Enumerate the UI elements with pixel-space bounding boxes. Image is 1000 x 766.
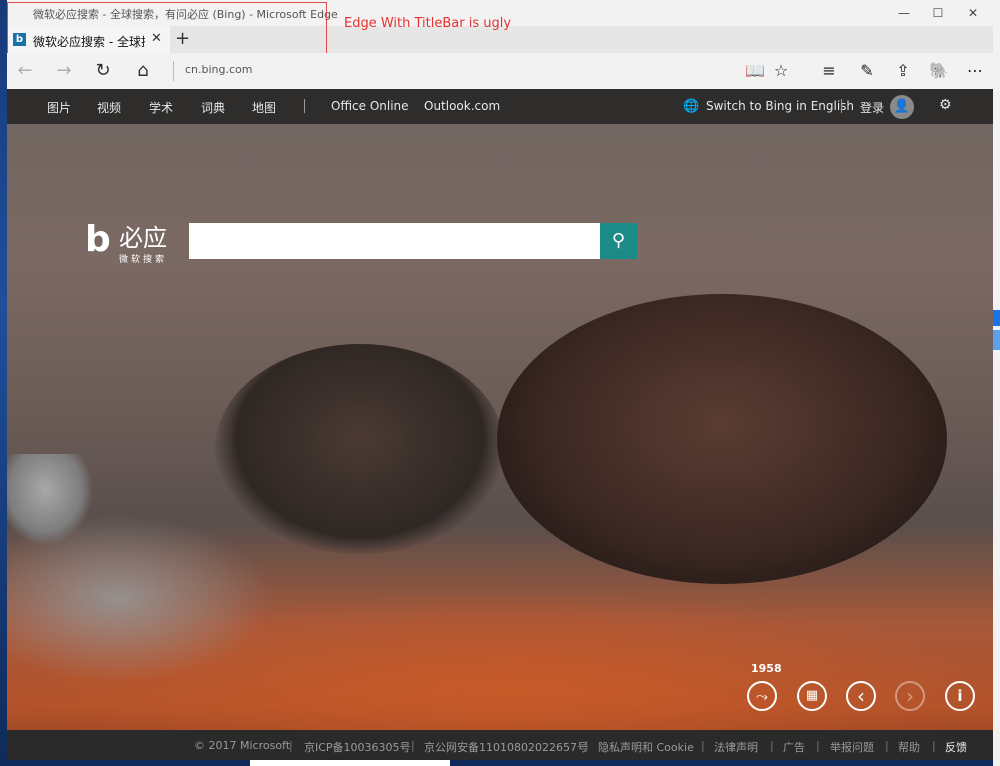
window-title: 微软必应搜索 - 全球搜索，有问必应 (Bing) - Microsoft Ed… [33, 8, 338, 21]
qr-code-button[interactable]: ▦ [797, 681, 827, 711]
adjacent-window-edge [993, 0, 1000, 766]
bing-logo[interactable]: b 必应 微软搜索 [85, 219, 175, 266]
tab-label: 微软必应搜索 - 全球搜索 [33, 35, 145, 49]
next-image-button[interactable]: › [895, 681, 925, 711]
minimize-button[interactable]: — [889, 3, 919, 23]
globe-icon: 🌐 [683, 99, 700, 114]
close-window-button[interactable]: ✕ [958, 3, 988, 23]
footer-police-link[interactable]: 京公网安备11010802022657号 [424, 739, 588, 755]
taskbar-fragment [250, 760, 450, 766]
nav-maps[interactable]: 地图 [252, 99, 276, 116]
edge-window: 微软必应搜索 - 全球搜索，有问必应 (Bing) - Microsoft Ed… [7, 0, 993, 760]
footer-feedback-link[interactable]: 反馈 [945, 739, 967, 755]
nav-outlook[interactable]: Outlook.com [424, 99, 500, 113]
share-icon[interactable]: ⇪ [891, 60, 915, 82]
user-avatar-icon[interactable]: 👤 [890, 95, 914, 119]
footer-sep: | [816, 739, 820, 752]
maximize-button[interactable]: ☐ [923, 3, 953, 23]
switch-language-link[interactable]: Switch to Bing in English [706, 99, 854, 113]
annotation-text: Edge With TitleBar is ugly [344, 16, 512, 31]
address-field[interactable]: cn.bing.com [185, 63, 253, 76]
favorite-star-icon[interactable]: ☆ [769, 60, 793, 82]
nav-office-online[interactable]: Office Online [331, 99, 409, 113]
footer-sep: | [932, 739, 936, 752]
footer-report-link[interactable]: 举报问题 [830, 739, 874, 755]
bing-logo-mark: b [85, 219, 111, 260]
forward-button[interactable]: → [52, 60, 76, 82]
bing-logo-name: 必应 [119, 224, 167, 252]
refresh-button[interactable]: ↻ [91, 60, 115, 82]
footer-sep: | [411, 739, 415, 752]
web-note-icon[interactable]: ✎ [855, 60, 879, 82]
bing-favicon-icon: b [13, 33, 26, 46]
reading-view-icon[interactable]: 📖 [743, 60, 767, 82]
young-muskox [215, 344, 505, 554]
adult-muskox [497, 294, 947, 584]
rock [7, 454, 92, 544]
nav-images[interactable]: 图片 [47, 99, 71, 116]
home-button[interactable]: ⌂ [131, 60, 155, 82]
image-info-button[interactable]: i [945, 681, 975, 711]
footer-sep: | [701, 739, 705, 752]
footer-sep: | [770, 739, 774, 752]
search-input[interactable] [189, 223, 600, 259]
close-tab-icon[interactable]: ✕ [151, 31, 162, 46]
back-button[interactable]: ← [13, 60, 37, 82]
bing-footer: © 2017 Microsoft | 京ICP备10036305号 | 京公网安… [7, 730, 993, 760]
nav-videos[interactable]: 视频 [97, 99, 121, 116]
footer-sep: | [289, 739, 293, 752]
image-year-label: 1958 [751, 662, 782, 675]
bing-top-nav: 图片 视频 学术 词典 地图 Office Online Outlook.com… [7, 89, 993, 124]
settings-gear-icon[interactable]: ⚙ [939, 97, 952, 113]
tab-bing[interactable]: b 微软必应搜索 - 全球搜索 ✕ [7, 26, 170, 53]
more-icon[interactable]: ⋯ [963, 60, 987, 82]
evernote-icon[interactable]: 🐘 [927, 60, 951, 82]
share-image-button[interactable]: ⤳ [747, 681, 777, 711]
search-button[interactable]: ⚲ [600, 223, 637, 259]
login-link[interactable]: 登录 [860, 99, 884, 116]
footer-sep: | [885, 739, 889, 752]
nav-divider-2 [841, 99, 842, 113]
footer-legal-link[interactable]: 法律声明 [714, 739, 758, 755]
bing-logo-subtitle: 微软搜索 [119, 255, 168, 265]
hub-icon[interactable]: ≡ [817, 60, 841, 82]
nav-academic[interactable]: 学术 [149, 99, 173, 116]
footer-icp-link[interactable]: 京ICP备10036305号 [304, 739, 411, 755]
new-tab-button[interactable]: + [175, 28, 190, 49]
address-toolbar: ← → ↻ ⌂ cn.bing.com 📖 ☆ ≡ ✎ ⇪ 🐘 ⋯ [7, 53, 993, 90]
bing-homepage: 图片 视频 学术 词典 地图 Office Online Outlook.com… [7, 89, 993, 760]
footer-ads-link[interactable]: 广告 [783, 739, 805, 755]
address-separator [173, 61, 174, 81]
footer-sep: | [585, 739, 589, 752]
previous-image-button[interactable]: ‹ [846, 681, 876, 711]
footer-privacy-link[interactable]: 隐私声明和 Cookie [598, 739, 694, 755]
nav-divider [304, 99, 305, 113]
nav-dictionary[interactable]: 词典 [201, 99, 225, 116]
footer-help-link[interactable]: 帮助 [898, 739, 920, 755]
footer-copyright: © 2017 Microsoft [194, 739, 291, 752]
